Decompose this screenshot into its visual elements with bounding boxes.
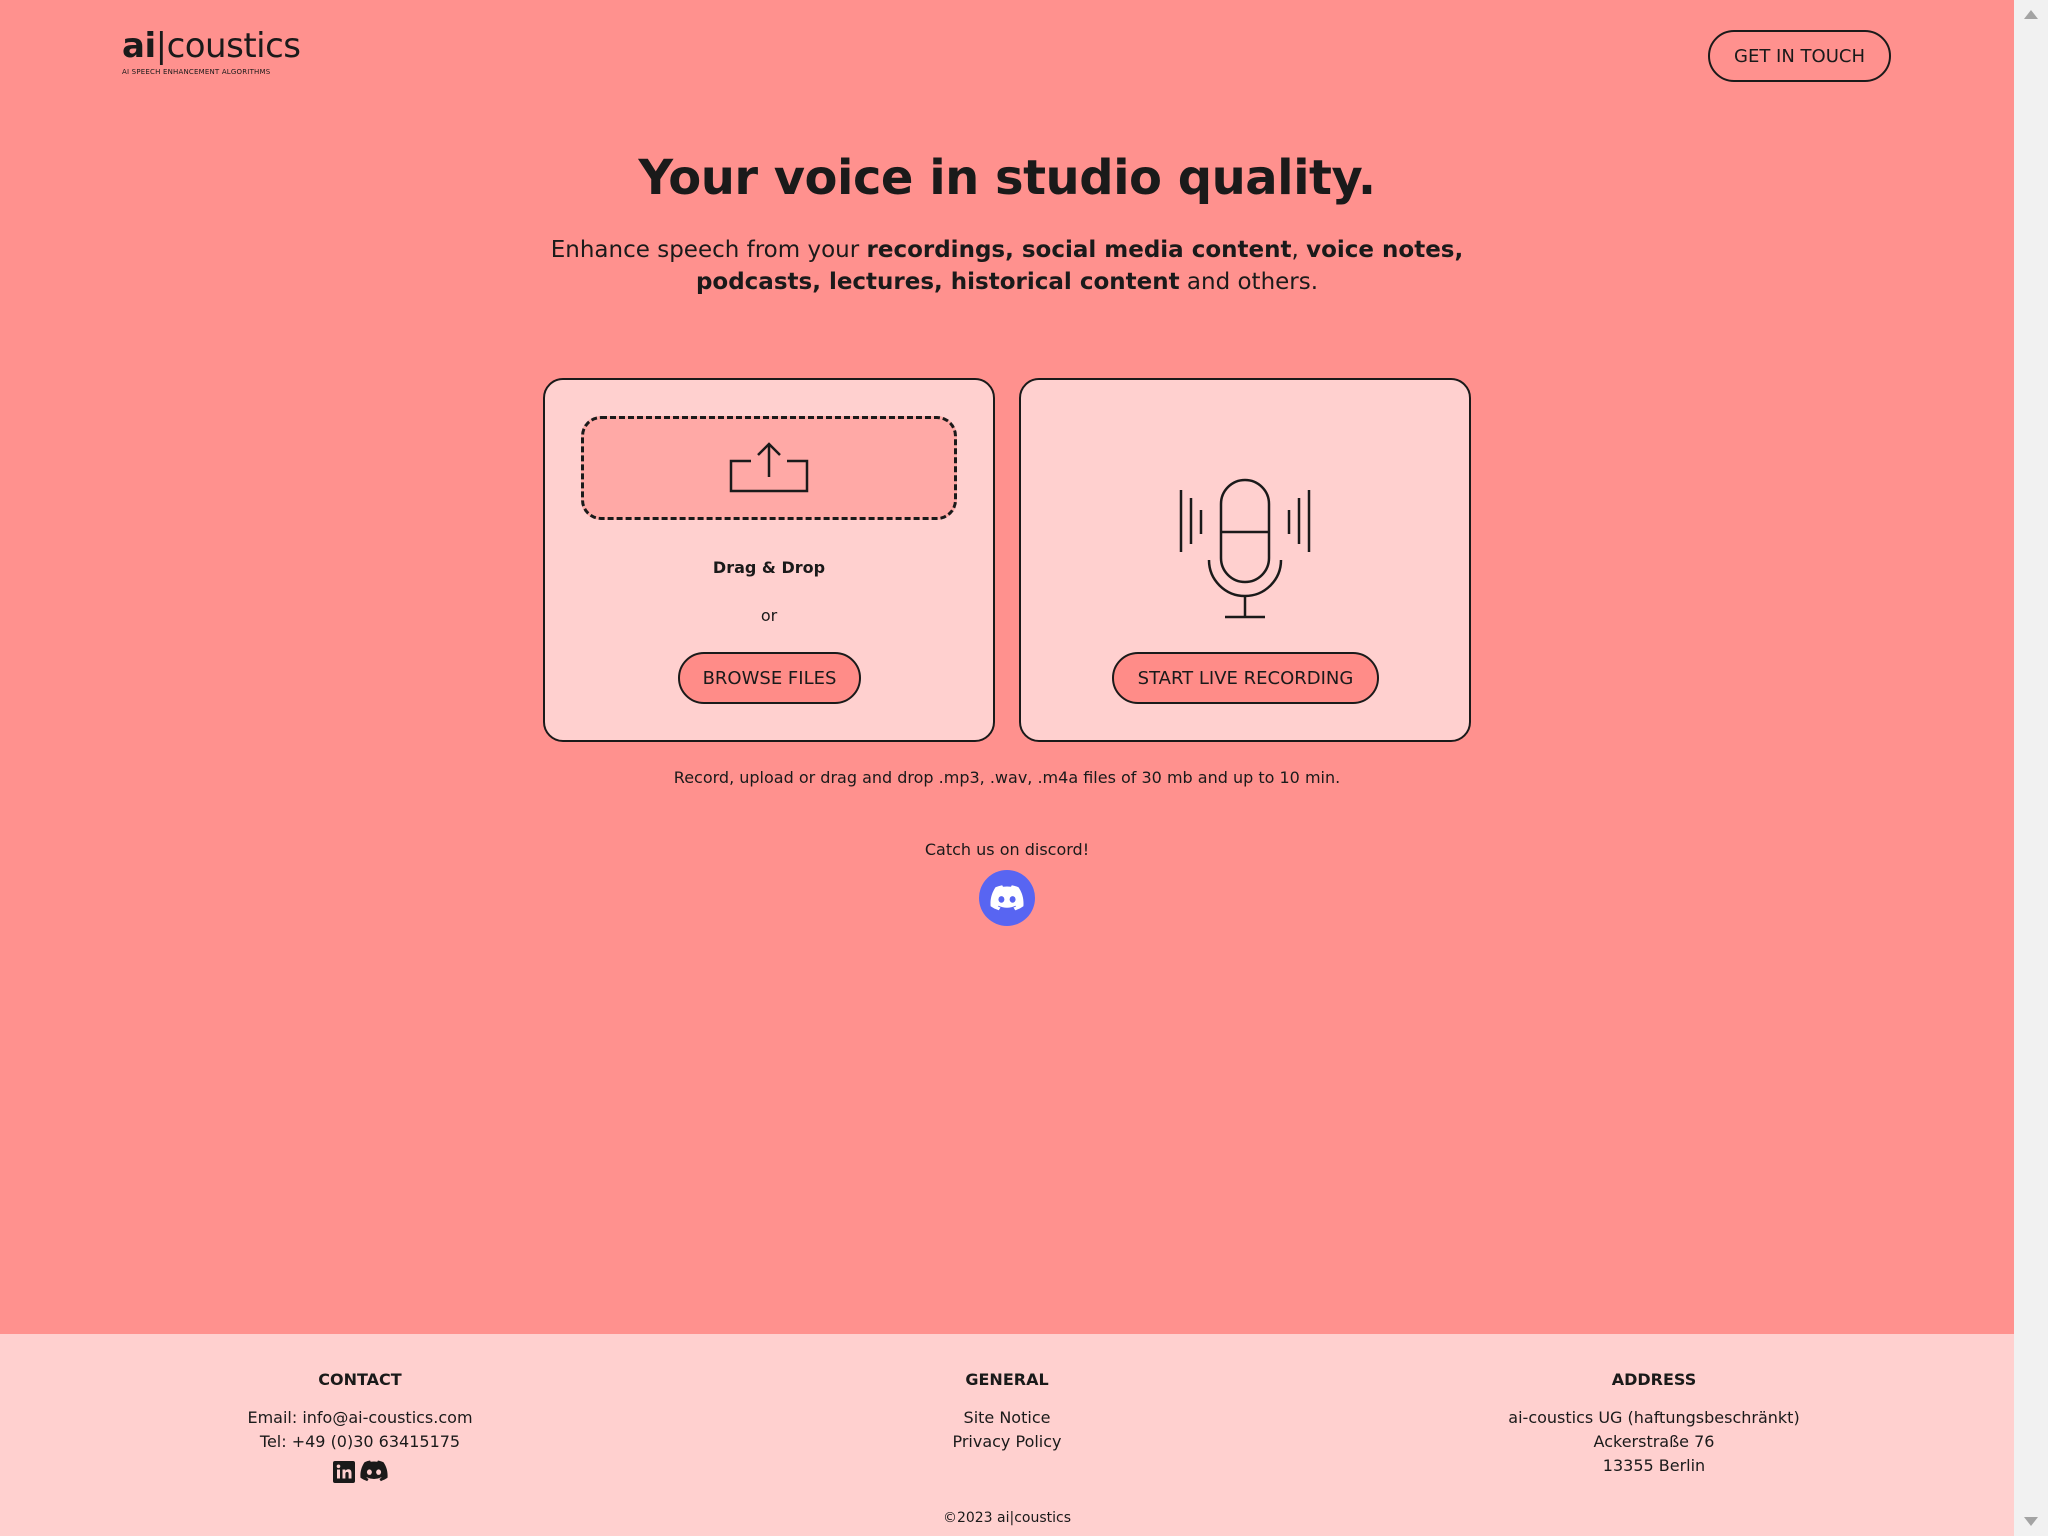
privacy-policy-link[interactable]: Privacy Policy [787, 1430, 1227, 1454]
logo-tagline: AI SPEECH ENHANCEMENT ALGORITHMS [122, 68, 271, 76]
record-card: START LIVE RECORDING [1019, 378, 1471, 742]
microphone-icon [1179, 478, 1311, 619]
logo[interactable]: ai|coustics AI SPEECH ENHANCEMENT ALGORI… [122, 26, 301, 76]
footer-general: GENERAL Site Notice Privacy Policy [787, 1370, 1227, 1454]
hero-subtitle: Enhance speech from your recordings, soc… [520, 234, 1494, 298]
address-line-3: 13355 Berlin [1602, 1456, 1706, 1475]
hero-sub-comma: , [1291, 237, 1307, 263]
drop-zone[interactable] [581, 416, 957, 520]
linkedin-icon[interactable] [332, 1460, 356, 1484]
copyright: ©2023 ai|coustics [942, 1510, 1072, 1526]
logo-coustics: |coustics [155, 26, 301, 66]
footer-social-links [140, 1460, 580, 1484]
browse-files-button[interactable]: BROWSE FILES [678, 652, 861, 704]
footer-contact-heading: CONTACT [318, 1370, 402, 1389]
footer-contact: CONTACT Email: info@ai-coustics.com Tel:… [140, 1370, 580, 1484]
scrollbar[interactable] [2014, 0, 2048, 1536]
or-label: or [760, 606, 778, 625]
footer-discord-icon[interactable] [360, 1460, 388, 1482]
site-notice-link[interactable]: Site Notice [787, 1406, 1227, 1430]
logo-ai: ai [122, 26, 156, 66]
supported-formats-text: Record, upload or drag and drop .mp3, .w… [673, 768, 1341, 787]
get-in-touch-button[interactable]: GET IN TOUCH [1708, 30, 1891, 82]
footer-address-heading: ADDRESS [1611, 1370, 1697, 1389]
discord-icon [990, 885, 1024, 911]
hero-sub-intro: Enhance speech from your [550, 237, 867, 263]
scroll-down-arrow-icon[interactable] [2024, 1517, 2038, 1526]
page: ai|coustics AI SPEECH ENHANCEMENT ALGORI… [0, 0, 2048, 1536]
footer-general-heading: GENERAL [965, 1370, 1049, 1389]
upload-card: Drag & Drop or BROWSE FILES [543, 378, 995, 742]
logo-wordmark: ai|coustics [122, 26, 301, 66]
address-line-1: ai-coustics UG (haftungsbeschränkt) [1508, 1408, 1800, 1427]
discord-button[interactable] [979, 870, 1035, 926]
footer-email[interactable]: Email: info@ai-coustics.com [140, 1406, 580, 1430]
address-line-2: Ackerstraße 76 [1593, 1432, 1715, 1451]
drag-drop-label: Drag & Drop [712, 558, 826, 577]
hero-sub-bold-1: recordings, social media content [866, 237, 1292, 263]
footer-address: ADDRESS ai-coustics UG (haftungsbeschrän… [1434, 1370, 1874, 1478]
discord-prompt-text: Catch us on discord! [924, 840, 1090, 859]
hero-sub-outro: and others. [1179, 269, 1319, 295]
hero-title: Your voice in studio quality. [638, 150, 1376, 206]
footer: CONTACT Email: info@ai-coustics.com Tel:… [0, 1334, 2014, 1536]
start-live-recording-button[interactable]: START LIVE RECORDING [1112, 652, 1379, 704]
upload-icon [729, 442, 809, 493]
footer-tel[interactable]: Tel: +49 (0)30 63415175 [140, 1430, 580, 1454]
scroll-up-arrow-icon[interactable] [2024, 10, 2038, 19]
